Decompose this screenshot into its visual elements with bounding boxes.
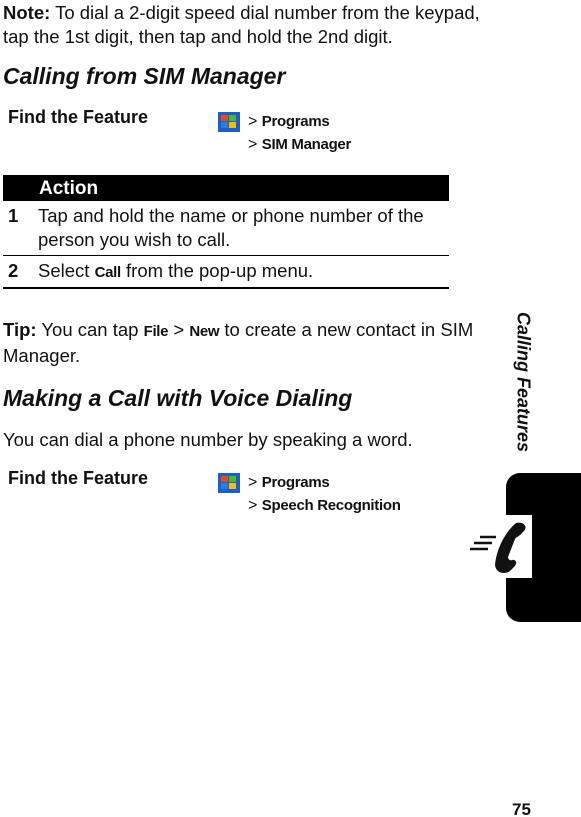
section-title-sim: Calling from SIM Manager [3, 63, 286, 89]
path-programs: Programs [261, 113, 330, 130]
start-menu-icon [218, 111, 240, 132]
table-row: 1 Tap and hold the name or phone number o… [3, 201, 449, 256]
step-text: Tap and hold the name or phone number of… [38, 201, 449, 256]
divider [3, 287, 449, 288]
side-tab-label: Calling Features [513, 311, 534, 453]
manual-page: Note: To dial a 2-digit speed dial numbe… [0, 0, 581, 817]
page-number: 75 [512, 800, 531, 817]
path-programs: Programs [261, 474, 330, 491]
table-header: Action [3, 175, 449, 201]
find-feature-label: Find the Feature [8, 107, 149, 127]
step-text: Select Call from the pop-up menu. [38, 255, 449, 289]
find-feature-label: Find the Feature [8, 468, 149, 488]
step-number: 1 [3, 201, 38, 256]
table-row: 2 Select Call from the pop-up menu. [3, 255, 449, 289]
action-table: Action 1 Tap and hold the name or phone n… [3, 175, 449, 289]
note-text: To dial a 2-digit speed dial number from… [3, 2, 480, 47]
note: Note: To dial a 2-digit speed dial numbe… [3, 1, 483, 49]
note-label: Note: [3, 2, 51, 23]
section-title-voice: Making a Call with Voice Dialing [3, 385, 353, 411]
step-number: 2 [3, 255, 38, 289]
path-sim-manager: SIM Manager [261, 136, 352, 153]
tip: Tip: You can tap File > New to create a … [3, 319, 474, 366]
phone-icon [470, 522, 526, 573]
intro-text: You can dial a phone number by speaking … [3, 429, 413, 450]
start-menu-icon [218, 472, 240, 493]
path-speech-recognition: Speech Recognition [261, 497, 401, 514]
feature-path: > Programs > Speech Recognition [218, 471, 401, 517]
feature-path: > Programs > SIM Manager [218, 110, 351, 156]
